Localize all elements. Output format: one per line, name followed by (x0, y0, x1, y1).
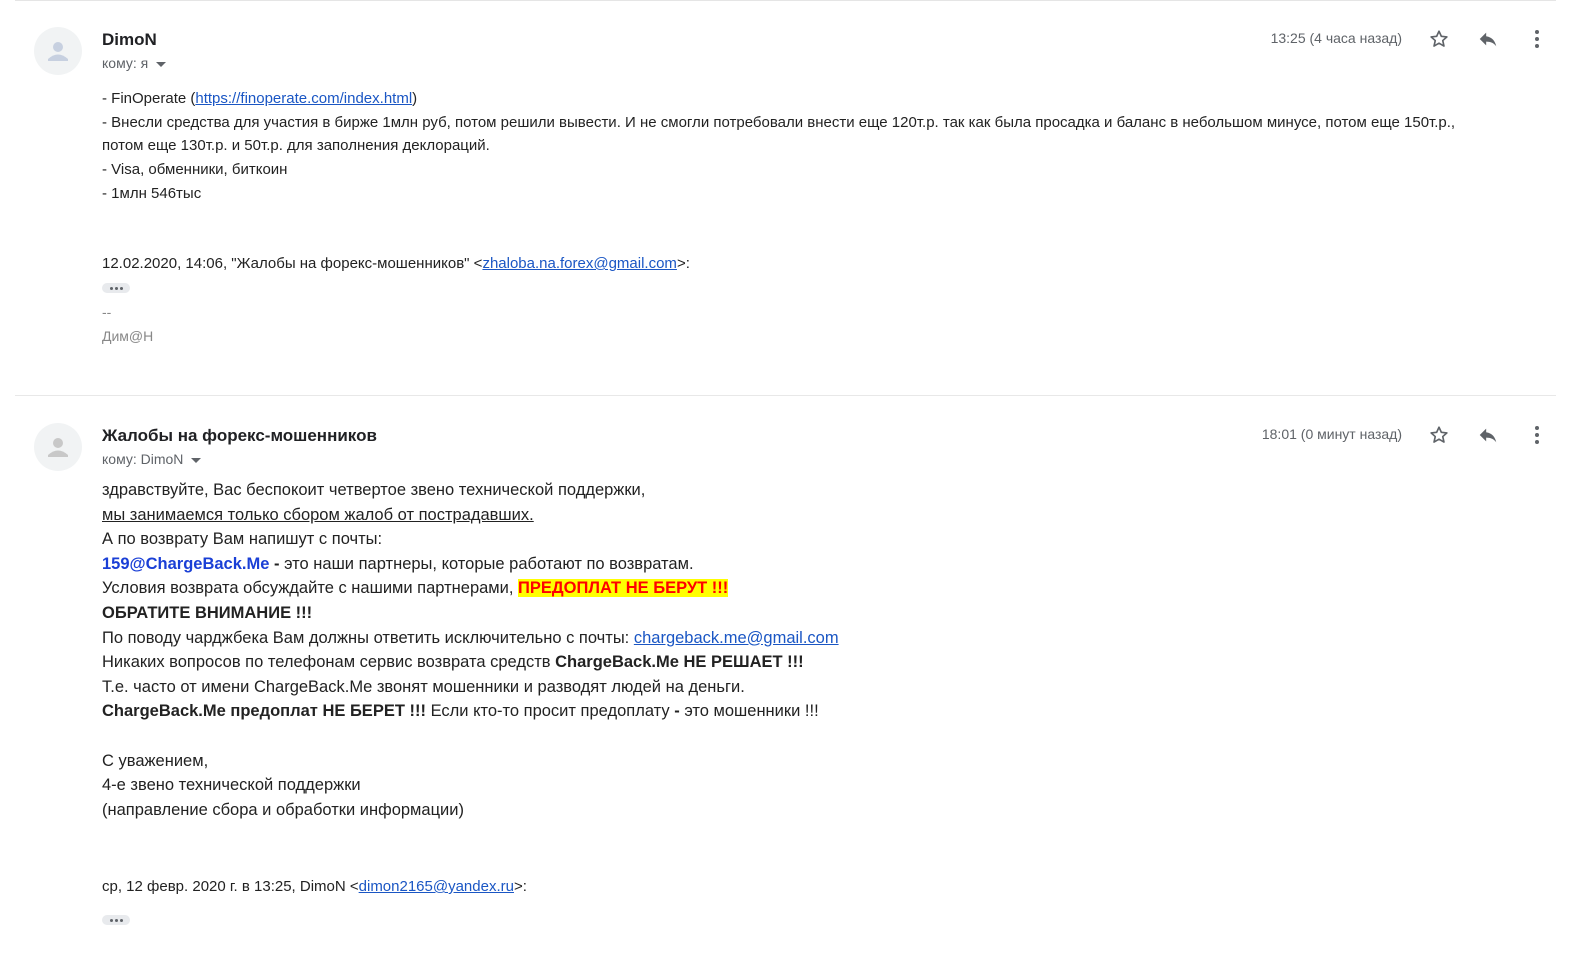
body-text: - (269, 554, 285, 573)
body-line: По поводу чарджбека Вам должны ответить … (102, 626, 1302, 651)
show-trimmed-content-icon[interactable] (102, 915, 130, 925)
signature-name: Дим@Н (102, 328, 154, 344)
body-line: А по возврату Вам напишут с почты: (102, 530, 383, 549)
message-time: 13:25 (4 часа назад) (1270, 30, 1402, 46)
person-avatar-icon[interactable] (34, 27, 82, 75)
quote-text: >: (513, 878, 527, 895)
message-2: Жалобы на форекс-мошенников кому: DimoN … (15, 395, 1556, 954)
body-text: Условия возврата обсуждайте с нашими пар… (102, 579, 519, 598)
quote-text: 12.02.2020, 14:06, "Жалобы на форекс-мош… (102, 255, 483, 272)
body-bold-text: ChargeBack.Me НЕ РЕШАЕТ !!! (555, 653, 804, 672)
more-vert-icon[interactable] (1523, 25, 1551, 53)
message-body: здравствуйте, Вас беспокоит четвертое зв… (102, 478, 1302, 822)
signature-dash: -- (102, 304, 112, 320)
reply-icon[interactable] (1474, 25, 1502, 53)
body-text: По поводу чарджбека Вам должны ответить … (102, 628, 634, 647)
recipient-label: кому: я (102, 55, 149, 71)
sender-name[interactable]: Жалобы на форекс-мошенников (102, 426, 377, 446)
body-line: С уважением, (102, 751, 209, 770)
body-text: - FinOperate ( (102, 90, 196, 107)
body-line: ChargeBack.Me предоплат НЕ БЕРЕТ !!! Есл… (102, 699, 1302, 724)
body-line: - Внесли средства для участия в бирже 1м… (102, 113, 1456, 131)
body-line: Т.е. часто от имени ChargeBack.Me звонят… (102, 677, 745, 696)
quote-email-link[interactable]: dimon2165@yandex.ru (359, 878, 514, 895)
caret-down-icon (191, 457, 202, 463)
body-text: Если кто-то просит предоплату (425, 702, 675, 721)
recipient-label: кому: DimoN (102, 451, 184, 467)
body-text: это мошенники !!! (679, 702, 819, 721)
body-line: Условия возврата обсуждайте с нашими пар… (102, 576, 1302, 601)
person-avatar-icon[interactable] (34, 423, 82, 471)
message-body: - FinOperate (https://finoperate.com/ind… (102, 87, 1562, 206)
quote-email-link[interactable]: zhaloba.na.forex@gmail.com (482, 255, 677, 272)
reply-icon[interactable] (1474, 421, 1502, 449)
body-line: - FinOperate (https://finoperate.com/ind… (102, 87, 1562, 111)
body-text: это наши партнеры, которые работают по в… (284, 554, 694, 573)
caret-down-icon (156, 61, 167, 67)
quote-text: >: (676, 255, 690, 272)
body-line: ОБРАТИТЕ ВНИМАНИЕ !!! (102, 603, 313, 622)
chargeback-email-link[interactable]: chargeback.me@gmail.com (634, 629, 839, 647)
message-1: DimoN кому: я 13:25 (4 часа назад) - Fin… (0, 0, 1592, 395)
show-trimmed-content-icon[interactable] (102, 283, 130, 293)
highlighted-warning: ПРЕДОПЛАТ НЕ БЕРУТ !!! (518, 579, 729, 598)
body-line: 4-е звено технической поддержки (102, 776, 361, 795)
body-text: ) (412, 90, 418, 107)
finoperate-link[interactable]: https://finoperate.com/index.html (195, 90, 412, 107)
body-line: здравствуйте, Вас беспокоит четвертое зв… (102, 481, 646, 499)
recipient-dropdown[interactable]: кому: я (102, 55, 167, 71)
star-icon[interactable] (1425, 25, 1453, 53)
star-icon[interactable] (1425, 421, 1453, 449)
body-line: Никаких вопросов по телефонам сервис воз… (102, 650, 1302, 675)
body-line: 159@ChargeBack.Me - это наши партнеры, к… (102, 552, 1302, 577)
quote-text: ср, 12 февр. 2020 г. в 13:25, DimoN < (102, 878, 359, 895)
body-line: - Visa, обменники, биткоин (102, 161, 288, 179)
body-line: (направление сбора и обработки информаци… (102, 800, 464, 819)
recipient-dropdown[interactable]: кому: DimoN (102, 451, 202, 467)
body-text: Никаких вопросов по телефонам сервис воз… (102, 653, 556, 672)
quote-header: ср, 12 февр. 2020 г. в 13:25, DimoN <dim… (102, 878, 527, 895)
partner-email: 159@ChargeBack.Me (102, 554, 270, 573)
quote-header: 12.02.2020, 14:06, "Жалобы на форекс-мош… (102, 255, 690, 272)
body-line: мы занимаемся только сбором жалоб от пос… (102, 505, 534, 524)
more-vert-icon[interactable] (1523, 421, 1551, 449)
body-line: потом еще 130т.р. и 50т.р. для заполнени… (102, 137, 490, 155)
sender-name[interactable]: DimoN (102, 30, 157, 50)
body-line: - 1млн 546тыс (102, 184, 202, 202)
body-bold-text: ChargeBack.Me предоплат НЕ БЕРЕТ !!! (102, 702, 426, 721)
message-time: 18:01 (0 минут назад) (1261, 426, 1402, 442)
